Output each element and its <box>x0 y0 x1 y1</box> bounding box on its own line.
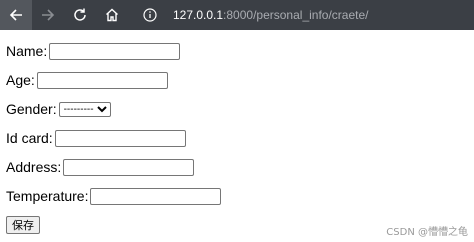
url-host: 127.0.0.1 <box>173 8 224 22</box>
age-field[interactable] <box>36 71 168 89</box>
name-row: Name: <box>6 40 221 62</box>
forward-button[interactable] <box>32 0 64 30</box>
gender-label: Gender: <box>6 101 57 117</box>
gender-row: Gender: --------- <box>6 98 221 120</box>
url-text: 127.0.0.1:8000/personal_info/craete/ <box>173 8 368 22</box>
info-icon[interactable] <box>143 8 163 22</box>
personal-info-form: Name: Age: Gender: --------- Id card: Ad… <box>6 40 222 234</box>
address-field[interactable] <box>63 158 195 176</box>
refresh-button[interactable] <box>64 0 96 30</box>
back-button[interactable] <box>0 0 32 30</box>
address-bar[interactable]: 127.0.0.1:8000/personal_info/craete/ <box>143 0 368 30</box>
home-icon <box>106 8 118 22</box>
address-label: Address: <box>6 159 62 175</box>
forward-arrow-icon <box>42 9 55 21</box>
url-path: :8000/personal_info/craete/ <box>223 8 369 22</box>
idcard-label: Id card: <box>6 130 53 146</box>
watermark: CSDN @懵懵之龟 <box>386 227 468 238</box>
back-arrow-icon <box>9 9 22 21</box>
temperature-row: Temperature: <box>6 185 222 207</box>
idcard-row: Id card: <box>6 127 221 149</box>
temperature-field[interactable] <box>90 187 222 205</box>
age-row: Age: <box>6 69 221 91</box>
home-button[interactable] <box>96 0 128 30</box>
name-label: Name: <box>6 43 48 59</box>
address-row: Address: <box>6 156 221 178</box>
idcard-field[interactable] <box>54 129 186 147</box>
save-button[interactable]: 保存 <box>6 216 40 234</box>
age-label: Age: <box>6 72 35 88</box>
name-field[interactable] <box>49 42 181 60</box>
temperature-label: Temperature: <box>6 188 89 204</box>
refresh-icon <box>74 8 86 21</box>
gender-select[interactable]: --------- <box>58 101 111 117</box>
